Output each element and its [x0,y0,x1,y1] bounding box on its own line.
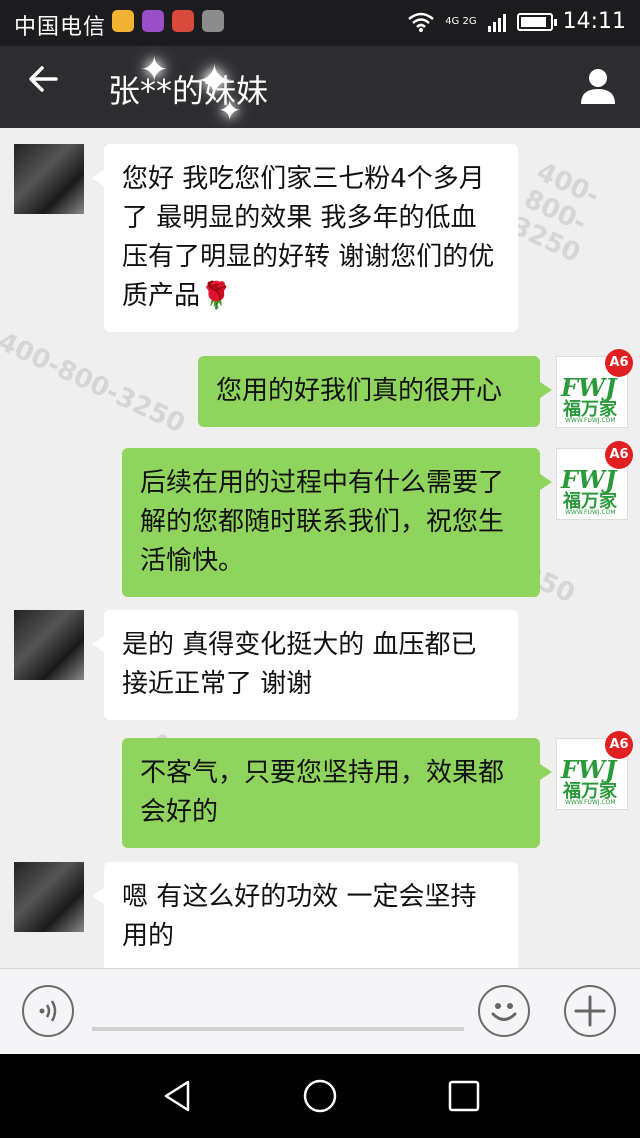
page-title: 张**的妹妹 [108,72,269,110]
contact-avatar[interactable] [14,610,84,680]
voice-button[interactable] [22,985,74,1037]
message-input[interactable] [92,1027,464,1031]
back-arrow-icon[interactable] [26,64,60,94]
system-nav-bar [0,1054,640,1138]
more-button[interactable] [564,985,616,1037]
clock: 14:11 [562,9,626,34]
signal-icon [487,13,506,32]
chat-header: 张**的妹妹 ✦ ✦ ✦ [0,46,640,128]
battery-icon [516,12,557,31]
chat-area[interactable]: 400-800-3250 400-800-3250 400-800-3250 4… [0,128,640,968]
brand-avatar[interactable]: A6 FWJ 福万家 WWW.FUWJ.COM [556,731,633,810]
sparkle-decoration: ✦ [218,94,242,127]
wifi-icon [408,12,434,32]
network-label: 4G 2G [445,15,477,27]
watermark: 400-800-3250 [506,156,604,270]
message-bubble[interactable]: 后续在用的过程中有什么需要了解的您都随时联系我们，祝您生活愉快。 [122,448,552,597]
nav-home-icon[interactable] [302,1078,338,1114]
message-bubble[interactable]: 您用的好我们真的很开心 [198,356,552,427]
plus-icon [574,995,606,1027]
notification-icons [112,10,224,32]
nav-recent-apps-icon[interactable] [446,1078,482,1114]
brand-avatar[interactable]: A6 FWJ 福万家 WWW.FUWJ.COM [556,349,633,428]
message-bubble[interactable]: 不客气，只要您坚持用，效果都会好的 [122,738,552,848]
sparkle-decoration: ✦ [140,50,169,90]
video-app-icon [172,10,194,32]
message-bubble[interactable]: 您好 我吃您们家三七粉4个多月了 最明显的效果 我多年的低血压有了明显的好转 谢… [92,144,518,332]
message-bubble[interactable]: 嗯 有这么好的功效 一定会坚持用的 [92,862,518,968]
carrier-label: 中国电信 [14,15,107,40]
brand-avatar[interactable]: A6 FWJ 福万家 WWW.FUWJ.COM [556,441,633,520]
voice-icon [39,1000,57,1022]
watermark: 400-800-3250 [0,326,190,440]
rose-emoji: 🌹 [200,281,233,311]
message-bubble[interactable]: 是的 真得变化挺大的 血压都已接近正常了 谢谢 [92,610,518,720]
contact-avatar[interactable] [14,862,84,932]
app-notification-icon [142,10,164,32]
nav-back-icon[interactable] [160,1078,196,1114]
app-notification-icon [202,10,224,32]
input-bar [0,968,640,1054]
profile-icon[interactable] [578,66,618,106]
emoji-button[interactable] [478,985,530,1037]
smiley-icon [491,1003,517,1021]
app-notification-icon [112,10,134,32]
status-bar: 中国电信 4G 2G 14:11 [0,0,640,46]
contact-avatar[interactable] [14,144,84,214]
